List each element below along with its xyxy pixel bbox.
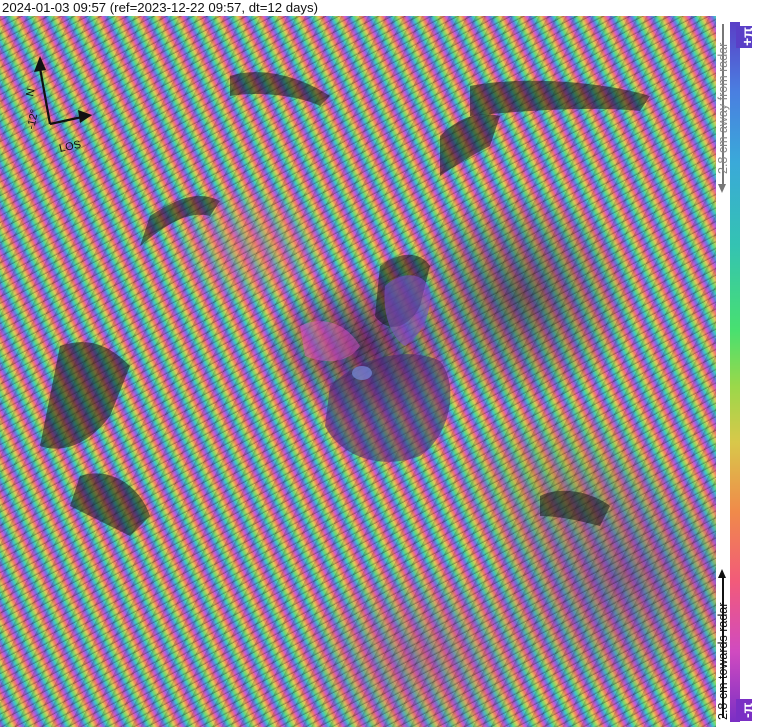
colorbar: +π -π 2.8 cm away from radar 2.8 cm towa… xyxy=(716,16,769,727)
los-arrow-icon xyxy=(49,110,92,126)
figure-title: 2024-01-03 09:57 (ref=2023-12-22 09:57, … xyxy=(2,0,318,15)
away-arrow-icon xyxy=(718,184,726,193)
interferogram-figure: 2024-01-03 09:57 (ref=2023-12-22 09:57, … xyxy=(0,0,769,727)
compass-graphic: N -12° LOS xyxy=(24,56,92,155)
north-label: N xyxy=(24,87,37,97)
colorbar-min-label: -π xyxy=(736,699,755,721)
orientation-compass: N -12° LOS xyxy=(20,52,100,162)
heading-label: -12° xyxy=(25,108,41,130)
away-from-radar-label: 2.8 cm away from radar xyxy=(716,42,730,174)
colorbar-max-label: +π xyxy=(736,26,755,48)
towards-radar-label: 2.8 cm towards radar xyxy=(716,602,730,720)
shaded-relief-overlay xyxy=(40,72,650,536)
los-label: LOS xyxy=(58,139,82,155)
interferogram-map: N -12° LOS xyxy=(0,16,716,727)
